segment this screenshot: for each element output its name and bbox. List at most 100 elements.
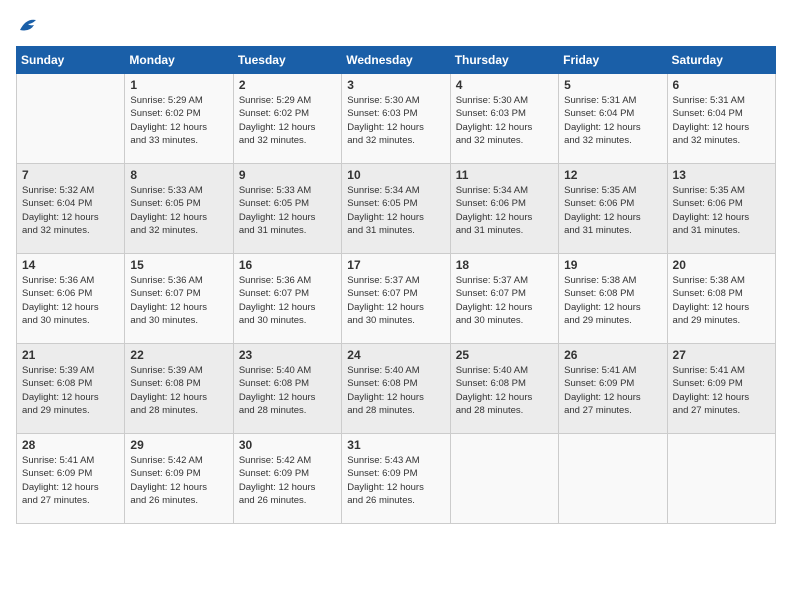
calendar-cell: 28Sunrise: 5:41 AM Sunset: 6:09 PM Dayli… — [17, 434, 125, 524]
day-number: 30 — [239, 438, 336, 452]
day-number: 29 — [130, 438, 227, 452]
calendar-cell: 16Sunrise: 5:36 AM Sunset: 6:07 PM Dayli… — [233, 254, 341, 344]
day-info: Sunrise: 5:41 AM Sunset: 6:09 PM Dayligh… — [673, 364, 770, 417]
day-info: Sunrise: 5:35 AM Sunset: 6:06 PM Dayligh… — [564, 184, 661, 237]
day-info: Sunrise: 5:42 AM Sunset: 6:09 PM Dayligh… — [239, 454, 336, 507]
calendar-cell: 26 Sunrise: 5:41 AM Sunset: 6:09 PM Dayli… — [559, 344, 667, 434]
day-number: 11 — [456, 168, 553, 182]
weekday-header-saturday: Saturday — [667, 47, 775, 74]
day-number: 3 — [347, 78, 444, 92]
day-number: 25 — [456, 348, 553, 362]
day-info: Sunrise: 5:37 AM Sunset: 6:07 PM Dayligh… — [347, 274, 444, 327]
day-number: 8 — [130, 168, 227, 182]
day-info: Sunrise: 5:43 AM Sunset: 6:09 PM Dayligh… — [347, 454, 444, 507]
day-info: Sunrise: 5:29 AM Sunset: 6:02 PM Dayligh… — [239, 94, 336, 147]
day-number: 12 — [564, 168, 661, 182]
calendar-cell: 29 Sunrise: 5:42 AM Sunset: 6:09 PM Dayli… — [125, 434, 233, 524]
calendar-cell: 4 Sunrise: 5:30 AM Sunset: 6:03 PM Daylig… — [450, 74, 558, 164]
calendar-cell: 1 Sunrise: 5:29 AM Sunset: 6:02 PM Daylig… — [125, 74, 233, 164]
calendar-cell: 3 Sunrise: 5:30 AM Sunset: 6:03 PM Daylig… — [342, 74, 450, 164]
day-number: 24 — [347, 348, 444, 362]
day-number: 14 — [22, 258, 119, 272]
day-number: 1 — [130, 78, 227, 92]
day-info: Sunrise: 5:32 AM Sunset: 6:04 PM Dayligh… — [22, 184, 119, 237]
calendar-week-2: 7 Sunrise: 5:32 AM Sunset: 6:04 PM Daylig… — [17, 164, 776, 254]
calendar-cell: 31 Sunrise: 5:43 AM Sunset: 6:09 PM Dayli… — [342, 434, 450, 524]
day-info: Sunrise: 5:33 AM Sunset: 6:05 PM Dayligh… — [239, 184, 336, 237]
day-info: Sunrise: 5:40 AM Sunset: 6:08 PM Dayligh… — [239, 364, 336, 417]
calendar-cell: 9 Sunrise: 5:33 AM Sunset: 6:05 PM Daylig… — [233, 164, 341, 254]
day-info: Sunrise: 5:35 AM Sunset: 6:06 PM Dayligh… — [673, 184, 770, 237]
day-info: Sunrise: 5:34 AM Sunset: 6:06 PM Dayligh… — [456, 184, 553, 237]
day-info: Sunrise: 5:31 AM Sunset: 6:04 PM Dayligh… — [673, 94, 770, 147]
day-number: 20 — [673, 258, 770, 272]
calendar-cell — [17, 74, 125, 164]
day-number: 23 — [239, 348, 336, 362]
day-number: 9 — [239, 168, 336, 182]
day-info: Sunrise: 5:29 AM Sunset: 6:02 PM Dayligh… — [130, 94, 227, 147]
day-number: 4 — [456, 78, 553, 92]
day-number: 6 — [673, 78, 770, 92]
calendar-cell: 23 Sunrise: 5:40 AM Sunset: 6:08 PM Dayli… — [233, 344, 341, 434]
calendar-week-5: 28Sunrise: 5:41 AM Sunset: 6:09 PM Dayli… — [17, 434, 776, 524]
day-info: Sunrise: 5:36 AM Sunset: 6:06 PM Dayligh… — [22, 274, 119, 327]
calendar-cell: 11 Sunrise: 5:34 AM Sunset: 6:06 PM Dayli… — [450, 164, 558, 254]
calendar-header-row: SundayMondayTuesdayWednesdayThursdayFrid… — [17, 47, 776, 74]
logo — [16, 16, 40, 34]
day-number: 31 — [347, 438, 444, 452]
day-info: Sunrise: 5:40 AM Sunset: 6:08 PM Dayligh… — [456, 364, 553, 417]
day-number: 27 — [673, 348, 770, 362]
day-info: Sunrise: 5:38 AM Sunset: 6:08 PM Dayligh… — [564, 274, 661, 327]
day-info: Sunrise: 5:41 AM Sunset: 6:09 PM Dayligh… — [22, 454, 119, 507]
day-number: 26 — [564, 348, 661, 362]
calendar-cell: 14 Sunrise: 5:36 AM Sunset: 6:06 PM Dayli… — [17, 254, 125, 344]
day-number: 7 — [22, 168, 119, 182]
day-info: Sunrise: 5:30 AM Sunset: 6:03 PM Dayligh… — [456, 94, 553, 147]
calendar-cell: 22Sunrise: 5:39 AM Sunset: 6:08 PM Dayli… — [125, 344, 233, 434]
calendar-cell — [559, 434, 667, 524]
day-info: Sunrise: 5:39 AM Sunset: 6:08 PM Dayligh… — [130, 364, 227, 417]
weekday-header-sunday: Sunday — [17, 47, 125, 74]
calendar-week-1: 1 Sunrise: 5:29 AM Sunset: 6:02 PM Daylig… — [17, 74, 776, 164]
day-number: 10 — [347, 168, 444, 182]
calendar-cell: 10Sunrise: 5:34 AM Sunset: 6:05 PM Dayli… — [342, 164, 450, 254]
day-number: 15 — [130, 258, 227, 272]
day-info: Sunrise: 5:42 AM Sunset: 6:09 PM Dayligh… — [130, 454, 227, 507]
calendar-cell — [450, 434, 558, 524]
calendar-week-3: 14 Sunrise: 5:36 AM Sunset: 6:06 PM Dayli… — [17, 254, 776, 344]
page-header — [16, 16, 776, 34]
calendar-cell: 20 Sunrise: 5:38 AM Sunset: 6:08 PM Dayli… — [667, 254, 775, 344]
weekday-header-monday: Monday — [125, 47, 233, 74]
day-info: Sunrise: 5:41 AM Sunset: 6:09 PM Dayligh… — [564, 364, 661, 417]
logo-bird-icon — [18, 16, 40, 34]
calendar-cell: 27 Sunrise: 5:41 AM Sunset: 6:09 PM Dayli… — [667, 344, 775, 434]
calendar-cell: 19 Sunrise: 5:38 AM Sunset: 6:08 PM Dayli… — [559, 254, 667, 344]
calendar-cell: 8Sunrise: 5:33 AM Sunset: 6:05 PM Daylig… — [125, 164, 233, 254]
calendar-cell: 18Sunrise: 5:37 AM Sunset: 6:07 PM Dayli… — [450, 254, 558, 344]
day-info: Sunrise: 5:36 AM Sunset: 6:07 PM Dayligh… — [130, 274, 227, 327]
day-info: Sunrise: 5:37 AM Sunset: 6:07 PM Dayligh… — [456, 274, 553, 327]
day-number: 17 — [347, 258, 444, 272]
calendar-cell: 12 Sunrise: 5:35 AM Sunset: 6:06 PM Dayli… — [559, 164, 667, 254]
calendar-cell: 24 Sunrise: 5:40 AM Sunset: 6:08 PM Dayli… — [342, 344, 450, 434]
day-number: 19 — [564, 258, 661, 272]
calendar-cell: 13Sunrise: 5:35 AM Sunset: 6:06 PM Dayli… — [667, 164, 775, 254]
calendar-cell — [667, 434, 775, 524]
calendar-cell: 2Sunrise: 5:29 AM Sunset: 6:02 PM Daylig… — [233, 74, 341, 164]
day-number: 21 — [22, 348, 119, 362]
weekday-header-tuesday: Tuesday — [233, 47, 341, 74]
calendar-cell: 15 Sunrise: 5:36 AM Sunset: 6:07 PM Dayli… — [125, 254, 233, 344]
day-info: Sunrise: 5:30 AM Sunset: 6:03 PM Dayligh… — [347, 94, 444, 147]
calendar-cell: 25 Sunrise: 5:40 AM Sunset: 6:08 PM Dayli… — [450, 344, 558, 434]
calendar-cell: 21 Sunrise: 5:39 AM Sunset: 6:08 PM Dayli… — [17, 344, 125, 434]
day-info: Sunrise: 5:38 AM Sunset: 6:08 PM Dayligh… — [673, 274, 770, 327]
weekday-header-friday: Friday — [559, 47, 667, 74]
weekday-header-wednesday: Wednesday — [342, 47, 450, 74]
calendar-cell: 17 Sunrise: 5:37 AM Sunset: 6:07 PM Dayli… — [342, 254, 450, 344]
calendar-cell: 6 Sunrise: 5:31 AM Sunset: 6:04 PM Daylig… — [667, 74, 775, 164]
day-info: Sunrise: 5:36 AM Sunset: 6:07 PM Dayligh… — [239, 274, 336, 327]
day-info: Sunrise: 5:40 AM Sunset: 6:08 PM Dayligh… — [347, 364, 444, 417]
day-info: Sunrise: 5:39 AM Sunset: 6:08 PM Dayligh… — [22, 364, 119, 417]
day-info: Sunrise: 5:31 AM Sunset: 6:04 PM Dayligh… — [564, 94, 661, 147]
calendar-table: SundayMondayTuesdayWednesdayThursdayFrid… — [16, 46, 776, 524]
